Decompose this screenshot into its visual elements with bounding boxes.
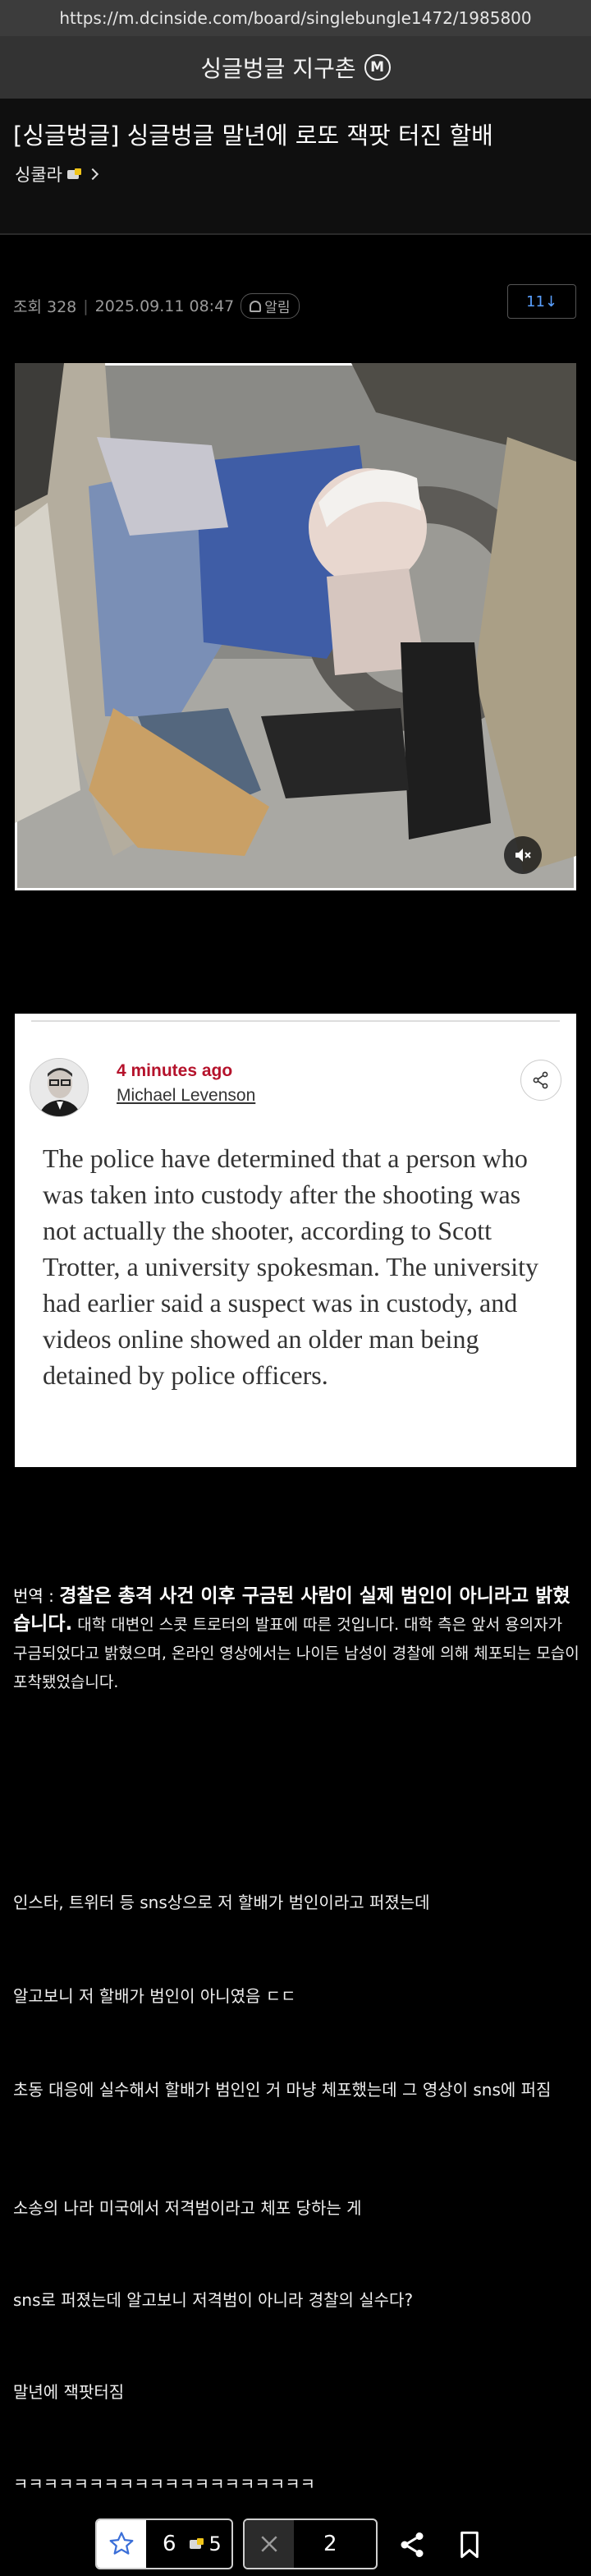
embedded-video[interactable] xyxy=(15,363,576,890)
nonrecommend-button[interactable]: 2 xyxy=(243,2518,378,2569)
bottom-action-bar: 6 5 2 xyxy=(0,2494,591,2576)
body-line: 알고보니 저 할배가 범인이 아니였음 ㄷㄷ xyxy=(13,1986,296,2006)
bell-icon xyxy=(250,300,262,312)
browser-url-bar[interactable]: https://m.dcinside.com/board/singlebungl… xyxy=(0,0,591,36)
share-icon xyxy=(533,1071,548,1089)
avatar-illustration xyxy=(30,1059,88,1116)
post-date: 2025.09.11 08:47 xyxy=(94,297,235,315)
translation-label: 번역 : xyxy=(13,1586,60,1606)
fixed-recommend: 5 xyxy=(189,2532,222,2555)
meta-separator: | xyxy=(83,297,89,315)
post-meta: 조회 328 | 2025.09.11 08:47 알림 xyxy=(13,293,300,319)
star-icon xyxy=(109,2532,134,2555)
gallery-name[interactable]: 싱글벙글 지구촌 xyxy=(200,51,355,84)
recommend-star-button[interactable] xyxy=(97,2520,146,2568)
chevron-right-icon xyxy=(86,168,99,181)
fixed-recommend-count: 5 xyxy=(208,2532,222,2555)
mute-toggle-button[interactable] xyxy=(504,836,542,874)
bookmark-icon[interactable] xyxy=(456,2530,483,2560)
article-screenshot-card: 4 minutes ago Michael Levenson The polic… xyxy=(15,1014,576,1467)
body-line: 인스타, 트위터 등 sns상으로 저 할배가 범인이라고 퍼졌는데 xyxy=(13,1893,430,1912)
fixed-nick-icon xyxy=(66,168,82,180)
video-frame-illustration xyxy=(15,363,576,890)
post-header: [싱글벙글] 싱글벙글 말년에 로또 잭팟 터진 할배 싱쿨라 조회 328 |… xyxy=(0,99,591,319)
x-icon xyxy=(261,2536,277,2552)
body-line: 말년에 잭팟터짐 xyxy=(13,2382,125,2402)
translation-paragraph: 번역 : 경찰은 총격 사건 이후 구금된 사람이 실제 범인이 아니라고 밝혔… xyxy=(13,1582,580,1696)
post-author[interactable]: 싱쿨라 xyxy=(15,162,99,186)
share-icon[interactable] xyxy=(397,2530,427,2560)
author-nickname[interactable]: 싱쿨라 xyxy=(15,162,62,186)
notify-button[interactable]: 알림 xyxy=(241,293,300,319)
url-text: https://m.dcinside.com/board/singlebungl… xyxy=(59,8,532,28)
card-top-divider xyxy=(31,1020,560,1022)
translation-detail: 대학 대변인 스콧 트로터의 발표에 따른 것입니다. 대학 측은 앞서 용의자… xyxy=(13,1616,580,1691)
post-title: [싱글벙글] 싱글벙글 말년에 로또 잭팟 터진 할배 xyxy=(13,122,493,150)
article-time-ago: 4 minutes ago xyxy=(117,1061,233,1080)
body-line: 소송의 나라 미국에서 저격범이라고 체포 당하는 게 xyxy=(13,2198,362,2218)
view-count: 조회 328 xyxy=(13,298,77,316)
body-line: 초동 대응에 실수해서 할배가 범인인 거 마냥 체포했는데 그 영상이 sns… xyxy=(13,2080,552,2100)
mute-icon xyxy=(515,849,531,862)
article-share-icon xyxy=(520,1060,561,1101)
author-avatar xyxy=(30,1058,89,1117)
gallery-header[interactable]: 싱글벙글 지구촌 M xyxy=(0,36,591,99)
fixed-nick-icon xyxy=(189,2538,204,2550)
nonrecommend-x-button[interactable] xyxy=(245,2520,294,2568)
nonrecommend-count: 2 xyxy=(323,2532,337,2556)
recommend-button[interactable]: 6 5 xyxy=(95,2518,233,2569)
notify-label: 알림 xyxy=(264,300,291,316)
article-body-text: The police have determined that a person… xyxy=(43,1143,538,1390)
recommend-count: 6 xyxy=(163,2532,176,2556)
article-byline: Michael Levenson xyxy=(117,1086,256,1105)
minor-gallery-badge-icon: M xyxy=(364,54,391,80)
comment-jump-button[interactable]: 11↓ xyxy=(507,284,576,319)
body-line: sns로 퍼졌는데 알고보니 저격범이 아니라 경찰의 실수다? xyxy=(13,2290,414,2310)
